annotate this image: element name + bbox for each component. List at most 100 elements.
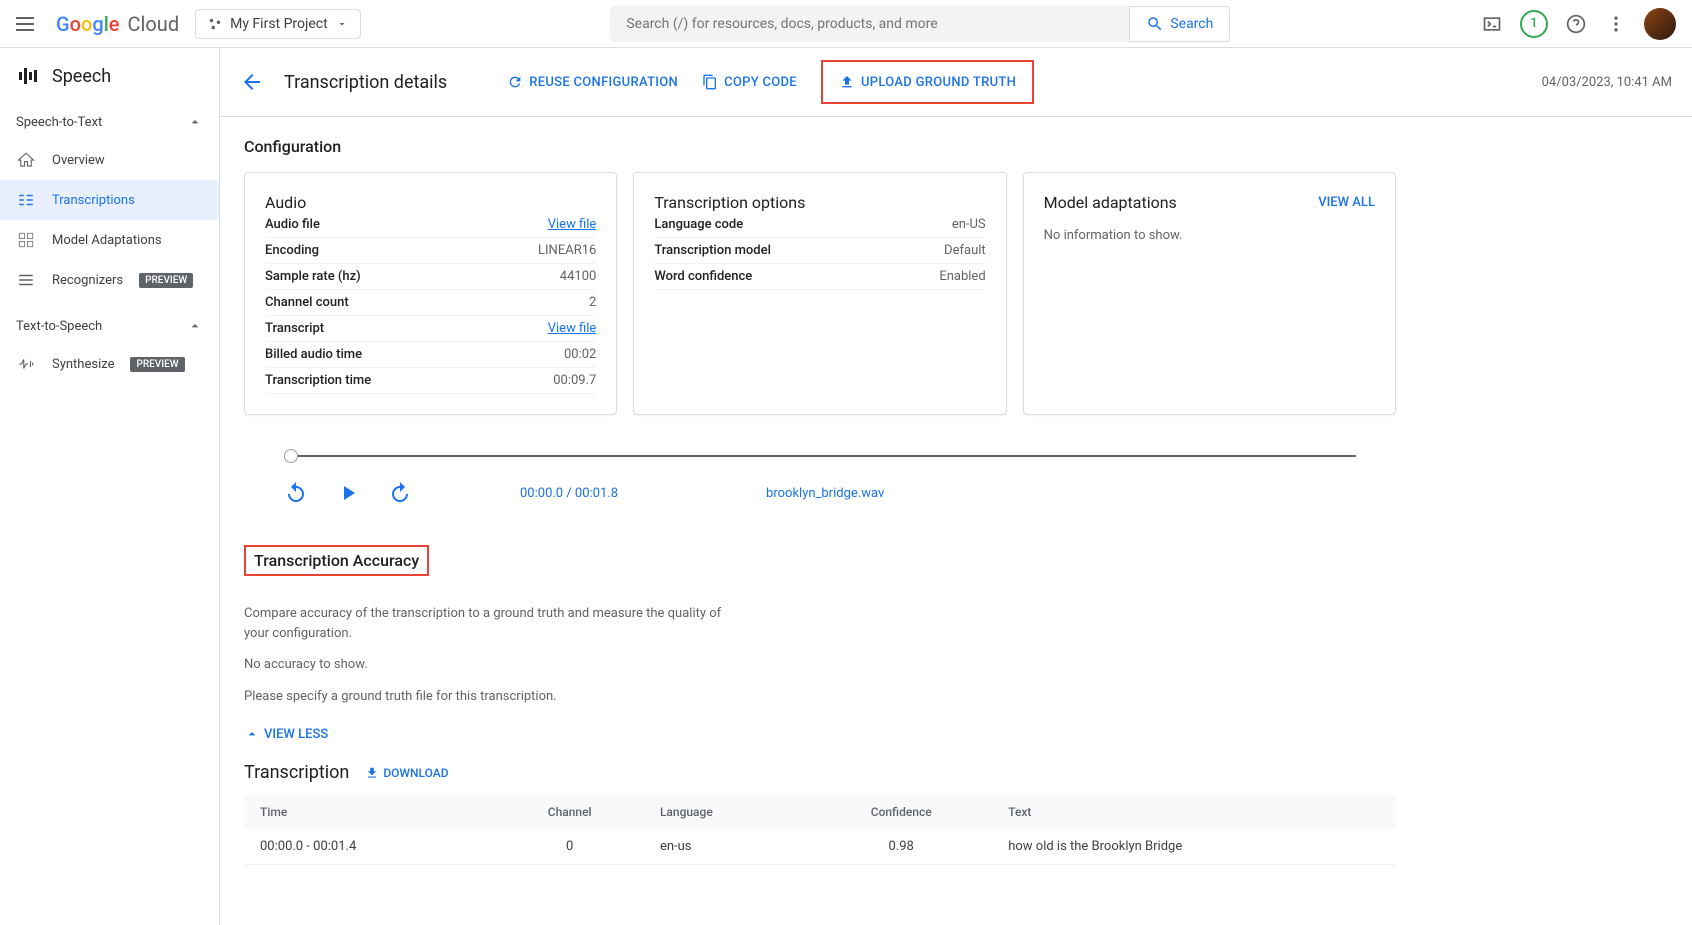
more-icon[interactable] xyxy=(1604,12,1628,36)
refresh-icon xyxy=(507,74,523,90)
kv-row: Channel count2 xyxy=(265,290,596,316)
kv-key: Transcription time xyxy=(265,373,553,388)
table-row: 00:00.0 - 00:01.40en-us0.98how old is th… xyxy=(244,829,1396,865)
sidebar-header: Speech xyxy=(0,48,219,104)
download-icon xyxy=(365,766,379,780)
home-icon xyxy=(16,150,36,170)
download-button[interactable]: DOWNLOAD xyxy=(365,766,448,780)
table-header: Text xyxy=(992,795,1396,829)
player-time: 00:00.0 / 00:01.8 xyxy=(520,486,618,501)
configuration-title: Configuration xyxy=(244,137,1396,156)
kv-row: Billed audio time00:02 xyxy=(265,342,596,368)
kv-value: 00:02 xyxy=(564,347,596,362)
kv-key: Language code xyxy=(654,217,952,232)
kv-row: Word confidenceEnabled xyxy=(654,264,985,290)
table-cell: en-us xyxy=(644,829,810,865)
top-header: Google Cloud My First Project Search 1 xyxy=(0,0,1692,48)
no-accuracy-text: No accuracy to show. xyxy=(244,655,744,675)
kv-link[interactable]: View file xyxy=(548,321,597,336)
adaptations-card: Model adaptations VIEW ALL No informatio… xyxy=(1023,172,1396,415)
table-header: Time xyxy=(244,795,495,829)
project-dots-icon xyxy=(208,17,222,31)
chevron-up-icon xyxy=(187,318,203,334)
options-card-title: Transcription options xyxy=(654,193,985,212)
kv-row: Language codeen-US xyxy=(654,212,985,238)
rewind-icon[interactable] xyxy=(284,481,308,505)
sidebar-item-overview[interactable]: Overview xyxy=(0,140,219,180)
help-icon[interactable] xyxy=(1564,12,1588,36)
preview-tag: PREVIEW xyxy=(130,357,184,372)
accuracy-desc: Compare accuracy of the transcription to… xyxy=(244,604,744,643)
search-icon xyxy=(1146,15,1164,33)
accuracy-title: Transcription Accuracy xyxy=(244,545,429,576)
sidebar-section-text-to-speech[interactable]: Text-to-Speech xyxy=(0,308,219,344)
back-arrow-icon[interactable] xyxy=(240,70,264,94)
transcription-table: TimeChannelLanguageConfidenceText 00:00.… xyxy=(244,795,1396,865)
adaptations-icon xyxy=(16,230,36,250)
no-info-text: No information to show. xyxy=(1044,228,1375,243)
kv-row: Sample rate (hz)44100 xyxy=(265,264,596,290)
view-less-button[interactable]: VIEW LESS xyxy=(244,726,1396,742)
search-box: Search xyxy=(610,6,1230,42)
notification-badge[interactable]: 1 xyxy=(1520,10,1548,38)
chevron-up-icon xyxy=(187,114,203,130)
kv-value: en-US xyxy=(952,217,986,232)
kv-link[interactable]: View file xyxy=(548,217,597,232)
cloud-shell-icon[interactable] xyxy=(1480,12,1504,36)
project-selector[interactable]: My First Project xyxy=(195,9,361,39)
player-track[interactable] xyxy=(284,455,1356,457)
search-input[interactable] xyxy=(610,16,1129,32)
specify-text: Please specify a ground truth file for t… xyxy=(244,687,744,707)
kv-row: Transcription modelDefault xyxy=(654,238,985,264)
main-content: Transcription details REUSE CONFIGURATIO… xyxy=(220,48,1692,925)
reuse-configuration-button[interactable]: REUSE CONFIGURATION xyxy=(507,60,678,104)
player-thumb[interactable] xyxy=(284,449,298,463)
kv-value: 2 xyxy=(589,295,596,310)
sidebar-item-model-adaptations[interactable]: Model Adaptations xyxy=(0,220,219,260)
sidebar-item-synthesize[interactable]: Synthesize PREVIEW xyxy=(0,344,219,384)
transcriptions-icon xyxy=(16,190,36,210)
recognizers-icon xyxy=(16,270,36,290)
kv-key: Audio file xyxy=(265,217,548,232)
sidebar-section-speech-to-text[interactable]: Speech-to-Text xyxy=(0,104,219,140)
audio-card-title: Audio xyxy=(265,193,596,212)
kv-key: Word confidence xyxy=(654,269,939,284)
search-button[interactable]: Search xyxy=(1129,6,1230,42)
view-all-button[interactable]: VIEW ALL xyxy=(1318,195,1375,210)
chevron-up-icon xyxy=(244,726,260,742)
google-cloud-logo[interactable]: Google Cloud xyxy=(56,12,179,36)
page-header: Transcription details REUSE CONFIGURATIO… xyxy=(220,48,1692,117)
table-cell: 00:00.0 - 00:01.4 xyxy=(244,829,495,865)
sidebar: Speech Speech-to-Text Overview Transcrip… xyxy=(0,48,220,925)
kv-key: Billed audio time xyxy=(265,347,564,362)
table-cell: 0 xyxy=(495,829,644,865)
avatar[interactable] xyxy=(1644,8,1676,40)
project-name: My First Project xyxy=(230,16,328,32)
play-icon[interactable] xyxy=(336,481,360,505)
upload-ground-truth-button[interactable]: UPLOAD GROUND TRUTH xyxy=(821,60,1034,104)
speech-icon xyxy=(16,64,40,88)
kv-key: Transcription model xyxy=(654,243,944,258)
kv-value: Default xyxy=(944,243,986,258)
copy-icon xyxy=(702,74,718,90)
adaptations-card-title: Model adaptations xyxy=(1044,193,1177,212)
forward-icon[interactable] xyxy=(388,481,412,505)
hamburger-menu-icon[interactable] xyxy=(16,12,40,36)
audio-player: 00:00.0 / 00:01.8 brooklyn_bridge.wav xyxy=(284,455,1356,505)
kv-key: Channel count xyxy=(265,295,589,310)
timestamp: 04/03/2023, 10:41 AM xyxy=(1542,75,1672,90)
kv-value: Enabled xyxy=(939,269,985,284)
audio-card: Audio Audio fileView fileEncodingLINEAR1… xyxy=(244,172,617,415)
table-header: Confidence xyxy=(810,795,992,829)
kv-row: Transcription time00:09.7 xyxy=(265,368,596,394)
sidebar-item-transcriptions[interactable]: Transcriptions xyxy=(0,180,219,220)
kv-row: EncodingLINEAR16 xyxy=(265,238,596,264)
table-cell: how old is the Brooklyn Bridge xyxy=(992,829,1396,865)
kv-value: 44100 xyxy=(560,269,597,284)
kv-key: Encoding xyxy=(265,243,538,258)
copy-code-button[interactable]: COPY CODE xyxy=(702,60,797,104)
kv-row: TranscriptView file xyxy=(265,316,596,342)
player-file: brooklyn_bridge.wav xyxy=(766,486,884,501)
sidebar-item-recognizers[interactable]: Recognizers PREVIEW xyxy=(0,260,219,300)
synthesize-icon xyxy=(16,354,36,374)
